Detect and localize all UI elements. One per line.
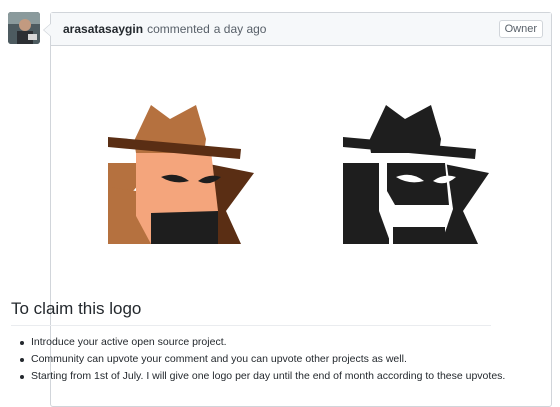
- comment-timestamp[interactable]: a day ago: [214, 22, 267, 36]
- claim-heading: To claim this logo: [11, 299, 491, 326]
- owner-badge: Owner: [498, 20, 543, 38]
- list-item: Introduce your active open source projec…: [11, 334, 501, 351]
- spy-logo-mono: [343, 105, 489, 244]
- avatar[interactable]: [8, 12, 40, 44]
- comment-header: arasatasaygin commented a day ago Owner: [51, 13, 551, 46]
- author-link[interactable]: arasatasaygin: [63, 22, 143, 36]
- claim-list: Introduce your active open source projec…: [11, 334, 505, 385]
- list-item: Starting from 1st of July. I will give o…: [11, 368, 505, 385]
- logo-area: [51, 46, 551, 296]
- list-item: Community can upvote your comment and yo…: [11, 351, 501, 368]
- avatar-photo: [8, 12, 40, 44]
- comment-action: commented: [147, 22, 210, 36]
- spy-logo-color: [108, 105, 254, 244]
